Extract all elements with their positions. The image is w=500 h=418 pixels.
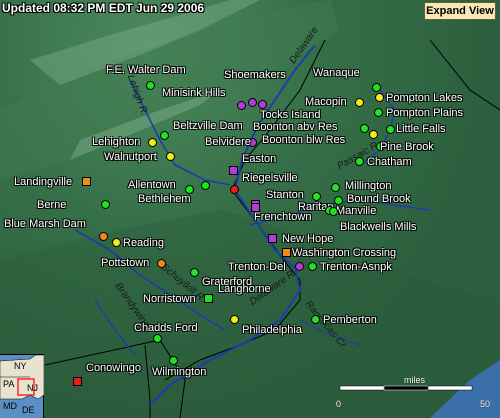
river-gauge-map[interactable]: Updated 08:32 PM EDT Jun 29 2006 Expand … [0, 0, 500, 418]
marker-graterford[interactable] [190, 268, 199, 277]
station-label[interactable]: Manville [336, 205, 376, 217]
marker-berne[interactable] [101, 200, 110, 209]
station-label[interactable]: Trenton-Asnpk [320, 261, 392, 273]
station-label[interactable]: Beltzville Dam [173, 120, 243, 132]
marker-walnutport[interactable] [166, 152, 175, 161]
update-timestamp: Updated 08:32 PM EDT Jun 29 2006 [2, 1, 205, 15]
marker-boonton-blw-res[interactable] [369, 130, 378, 139]
station-label[interactable]: Allentown [128, 179, 176, 191]
marker-raritan[interactable] [312, 192, 321, 201]
station-label[interactable]: Belvidere [205, 136, 251, 148]
marker-little-falls[interactable] [386, 125, 395, 134]
station-label[interactable]: Conowingo [86, 362, 141, 374]
marker-pottstown[interactable] [157, 259, 166, 268]
station-label[interactable]: Blue Marsh Dam [4, 218, 86, 230]
marker-riegelsville[interactable] [230, 185, 239, 194]
station-label[interactable]: Berne [37, 199, 66, 211]
marker-chadds-ford[interactable] [153, 334, 162, 343]
marker-wanaque[interactable] [372, 83, 381, 92]
scale-title: miles [404, 375, 426, 385]
station-label[interactable]: Landingville [14, 176, 72, 188]
locator-inset-map[interactable]: NY PA NJ MD DE [0, 354, 44, 418]
station-label[interactable]: F.E. Walter Dam [106, 64, 186, 76]
station-label[interactable]: Minisink Hills [162, 87, 226, 99]
inset-label-nj: NJ [27, 383, 38, 393]
marker-fe-walter-dam[interactable] [146, 81, 155, 90]
scale-fifty: 50 [480, 399, 491, 409]
station-label[interactable]: Chatham [367, 156, 412, 168]
marker-new-hope[interactable] [268, 234, 277, 243]
marker-minisink-hills[interactable] [237, 101, 246, 110]
station-label[interactable]: Riegelsville [242, 172, 298, 184]
marker-blackwells-mills[interactable] [329, 207, 338, 216]
marker-pompton-lakes[interactable] [375, 93, 384, 102]
station-label[interactable]: Pompton Lakes [386, 92, 462, 104]
marker-bound-brook[interactable] [334, 196, 343, 205]
marker-reading[interactable] [112, 238, 121, 247]
scale-zero: 0 [336, 399, 342, 409]
marker-lehighton[interactable] [148, 138, 157, 147]
marker-easton[interactable] [229, 166, 238, 175]
station-label[interactable]: Tocks Island [260, 109, 321, 121]
marker-macopin[interactable] [355, 98, 364, 107]
station-label[interactable]: Stanton [266, 189, 304, 201]
station-label[interactable]: Little Falls [396, 123, 446, 135]
marker-boonton-abv-res[interactable] [360, 124, 369, 133]
marker-conowingo[interactable] [73, 377, 82, 386]
station-label[interactable]: New Hope [282, 233, 333, 245]
station-label[interactable]: Trenton-Del [228, 261, 286, 273]
marker-chatham[interactable] [355, 157, 364, 166]
station-label[interactable]: Easton [242, 153, 276, 165]
marker-wilmington[interactable] [169, 356, 178, 365]
marker-philadelphia[interactable] [230, 315, 239, 324]
marker-pompton-plains[interactable] [374, 108, 383, 117]
station-label[interactable]: Boonton abv Res [253, 121, 337, 133]
marker-beltzville-dam[interactable] [160, 131, 169, 140]
station-label[interactable]: Blackwells Mills [340, 221, 416, 233]
station-label[interactable]: Bethlehem [138, 193, 191, 205]
marker-washington-crossing[interactable] [282, 248, 291, 257]
station-label[interactable]: Lehighton [92, 136, 140, 148]
marker-shoemakers[interactable] [248, 98, 257, 107]
station-label[interactable]: Wanaque [313, 67, 360, 79]
station-label[interactable]: Wilmington [152, 366, 206, 378]
station-label[interactable]: Pompton Plains [386, 107, 463, 119]
station-label[interactable]: Frenchtown [254, 211, 311, 223]
station-label[interactable]: Pottstown [101, 257, 149, 269]
station-label[interactable]: Reading [123, 237, 164, 249]
station-label[interactable]: Macopin [305, 96, 347, 108]
inset-label-pa: PA [3, 379, 15, 389]
station-label[interactable]: Norristown [143, 293, 196, 305]
marker-blue-marsh-dam[interactable] [99, 232, 108, 241]
station-label[interactable]: Millington [345, 180, 391, 192]
station-label[interactable]: Langhorne [218, 283, 271, 295]
marker-trenton-del[interactable] [295, 262, 304, 271]
station-label[interactable]: Shoemakers [224, 69, 286, 81]
station-label[interactable]: Washington Crossing [292, 247, 396, 259]
inset-label-ny: NY [14, 361, 27, 371]
marker-allentown[interactable] [201, 181, 210, 190]
station-label[interactable]: Boonton blw Res [262, 134, 345, 146]
marker-tocks-island[interactable] [258, 100, 267, 109]
station-label[interactable]: Pine Brook [380, 141, 434, 153]
marker-norristown[interactable] [204, 294, 213, 303]
inset-label-md: MD [3, 401, 17, 411]
station-label[interactable]: Pemberton [323, 314, 377, 326]
terrain-layer [0, 0, 500, 418]
station-label[interactable]: Philadelphia [242, 324, 302, 336]
station-label[interactable]: Chadds Ford [134, 322, 198, 334]
marker-millington[interactable] [331, 183, 340, 192]
marker-landingville[interactable] [82, 177, 91, 186]
station-label[interactable]: Bound Brook [347, 193, 411, 205]
expand-view-button[interactable]: Expand View [424, 2, 496, 20]
inset-label-de: DE [22, 405, 35, 415]
station-label[interactable]: Walnutport [104, 151, 157, 163]
marker-trenton-asnpk[interactable] [308, 262, 317, 271]
marker-pemberton[interactable] [311, 315, 320, 324]
